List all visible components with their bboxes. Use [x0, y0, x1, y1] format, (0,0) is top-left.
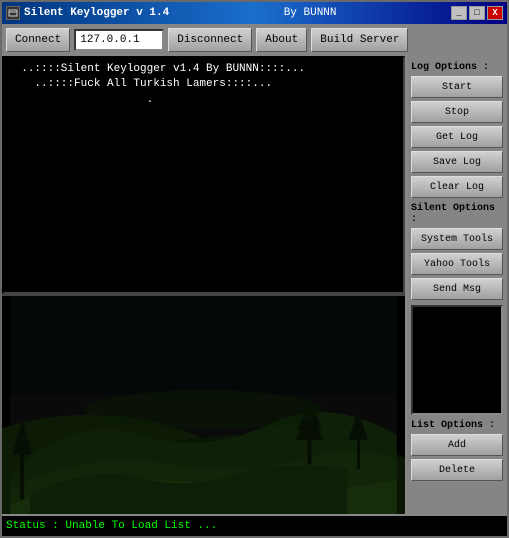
- left-panel: ..::::Silent Keylogger v1.4 By BUNNN::::…: [2, 56, 407, 514]
- minimize-button[interactable]: _: [451, 6, 467, 20]
- about-button[interactable]: About: [256, 28, 307, 52]
- send-msg-button[interactable]: Send Msg: [411, 278, 503, 300]
- list-options-label: List Options :: [411, 420, 503, 431]
- ip-input[interactable]: [74, 29, 164, 51]
- start-button[interactable]: Start: [411, 76, 503, 98]
- main-content: ..::::Silent Keylogger v1.4 By BUNNN::::…: [2, 56, 507, 514]
- status-bar: Status : Unable To Load List ...: [2, 514, 507, 536]
- app-icon: [6, 6, 20, 20]
- image-area: [2, 294, 405, 514]
- toolbar: Connect Disconnect About Build Server: [2, 24, 507, 56]
- add-button[interactable]: Add: [411, 434, 503, 456]
- right-panel: Log Options : Start Stop Get Log Save Lo…: [407, 56, 507, 514]
- get-log-button[interactable]: Get Log: [411, 126, 503, 148]
- save-log-button[interactable]: Save Log: [411, 151, 503, 173]
- disconnect-button[interactable]: Disconnect: [168, 28, 252, 52]
- message-list-box[interactable]: [411, 305, 503, 415]
- delete-button[interactable]: Delete: [411, 459, 503, 481]
- stop-button[interactable]: Stop: [411, 101, 503, 123]
- title-left: Silent Keylogger v 1.4: [6, 6, 169, 20]
- title-controls: _ □ X: [451, 6, 503, 20]
- connect-button[interactable]: Connect: [6, 28, 70, 52]
- status-text: Status : Unable To Load List ...: [6, 520, 217, 532]
- app-title: Silent Keylogger v 1.4: [24, 7, 169, 19]
- system-tools-button[interactable]: System Tools: [411, 228, 503, 250]
- log-options-label: Log Options :: [411, 62, 503, 73]
- title-bar: Silent Keylogger v 1.4 By BUNNN _ □ X: [2, 2, 507, 24]
- app-window: Silent Keylogger v 1.4 By BUNNN _ □ X Co…: [0, 0, 509, 538]
- maximize-button[interactable]: □: [469, 6, 485, 20]
- clear-log-button[interactable]: Clear Log: [411, 176, 503, 198]
- close-button[interactable]: X: [487, 6, 503, 20]
- build-server-button[interactable]: Build Server: [311, 28, 408, 52]
- title-by: By BUNNN: [284, 7, 337, 19]
- landscape-image: [2, 296, 405, 514]
- log-area[interactable]: ..::::Silent Keylogger v1.4 By BUNNN::::…: [2, 56, 405, 294]
- silent-options-label: Silent Options :: [411, 203, 503, 225]
- yahoo-tools-button[interactable]: Yahoo Tools: [411, 253, 503, 275]
